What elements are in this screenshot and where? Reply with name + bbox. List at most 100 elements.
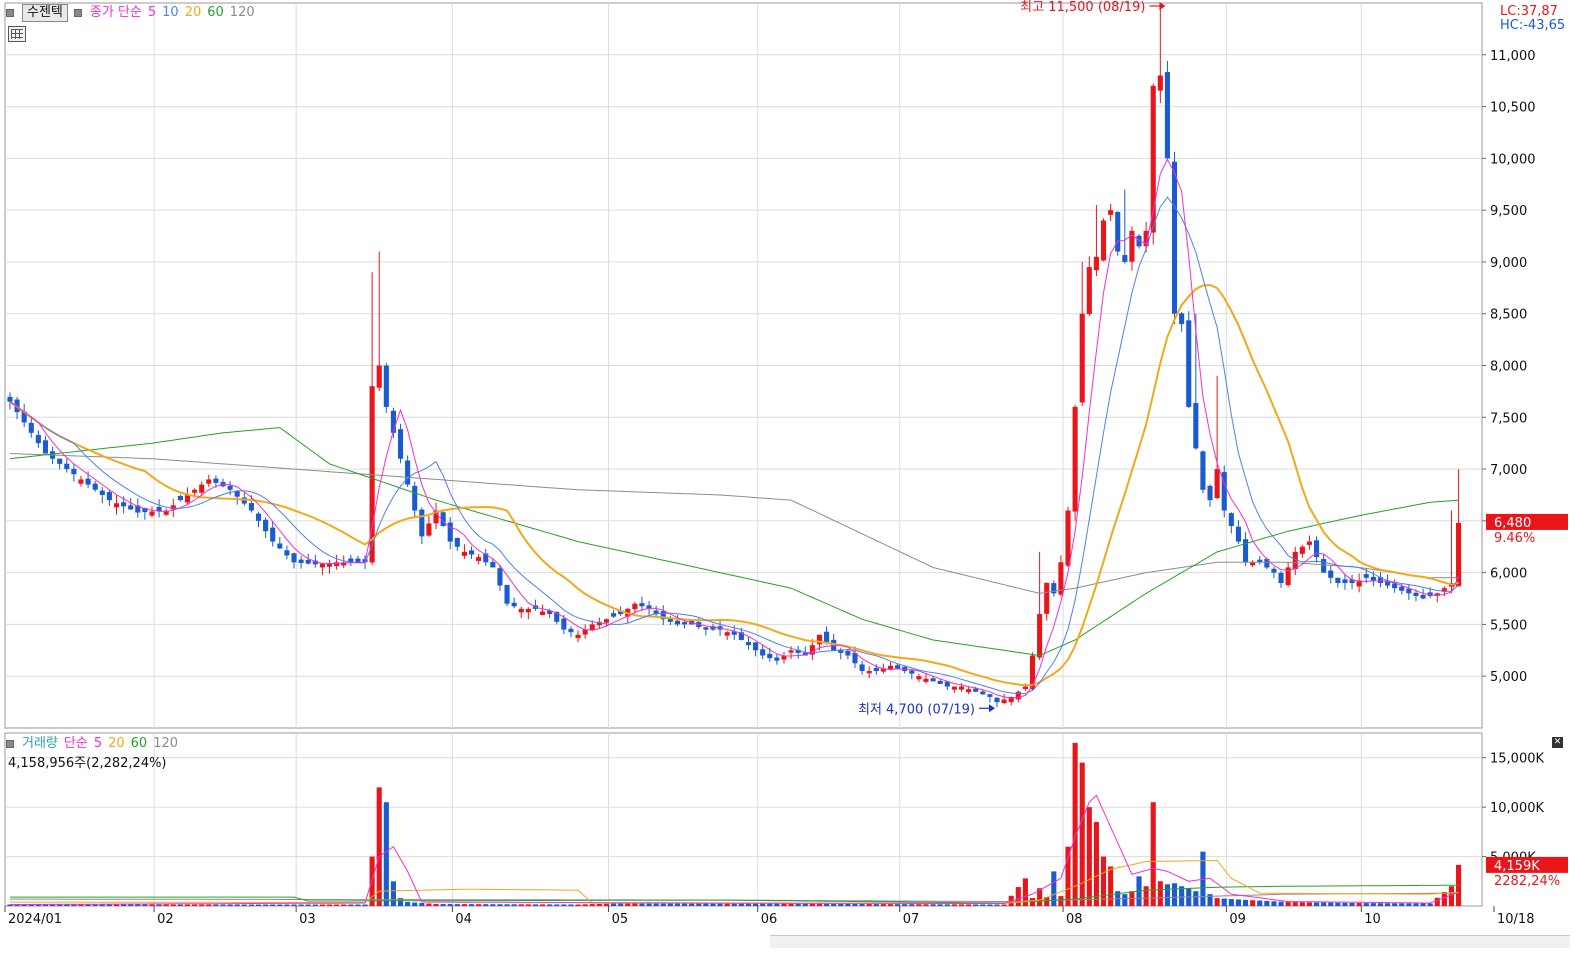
volume-bar <box>781 903 787 906</box>
candle-body <box>824 631 830 643</box>
price-tick-label: 7,500 <box>1490 411 1527 426</box>
volume-bar <box>121 904 127 906</box>
candle-body <box>1072 406 1078 512</box>
candle-body <box>71 468 77 475</box>
vol-ma20-legend[interactable]: 20 <box>108 736 125 752</box>
x-tick-label: 08 <box>1066 912 1083 927</box>
volume-bar <box>532 904 538 906</box>
candle-body <box>376 365 382 388</box>
volume-bar <box>142 904 148 906</box>
volume-bar <box>1271 901 1277 906</box>
volume-bar <box>802 903 808 906</box>
ma5-legend[interactable]: 5 <box>148 5 156 21</box>
x-tick-label: 06 <box>761 912 778 927</box>
candle-body <box>1399 586 1405 591</box>
last-price-label: 6,480 <box>1494 516 1531 531</box>
volume-bar <box>376 787 382 906</box>
volume-bar <box>937 904 943 906</box>
candle-body <box>1228 513 1234 527</box>
ma10-legend[interactable]: 10 <box>162 5 179 21</box>
x-tick-label: 05 <box>612 912 629 927</box>
volume-bar <box>887 904 894 906</box>
candle-body <box>859 664 865 672</box>
candle-body <box>149 511 155 516</box>
volume-bar <box>1335 902 1341 906</box>
chart-canvas[interactable]: 5,0005,5006,0006,5007,0007,5008,0008,500… <box>0 0 1590 949</box>
volume-bar <box>1122 894 1128 906</box>
vol-ma60-legend[interactable]: 60 <box>131 736 148 752</box>
volume-bar <box>973 904 979 906</box>
volume-legend: 거래량 단순 5 20 60 120 <box>6 736 178 752</box>
candle-body <box>568 628 574 633</box>
volume-bar <box>483 904 489 906</box>
volume-bar <box>270 904 276 906</box>
candle-body <box>895 665 901 669</box>
ma120-legend[interactable]: 120 <box>230 5 255 21</box>
candle-body <box>504 584 510 604</box>
volume-bar <box>1214 898 1220 906</box>
volume-ma-label: 단순 <box>63 736 88 751</box>
volume-bar <box>568 904 574 906</box>
candle-body <box>298 559 304 563</box>
volume-bar <box>618 903 624 906</box>
volume-bar <box>760 903 766 906</box>
volume-bar <box>1420 903 1426 906</box>
candle-body <box>1065 510 1071 566</box>
candle-body <box>1122 255 1128 262</box>
volume-bar <box>1250 900 1256 906</box>
table-grid-icon[interactable] <box>8 26 26 42</box>
horizontal-scrollbar[interactable] <box>770 935 1570 948</box>
volume-bar <box>362 904 368 906</box>
volume-bar <box>816 903 823 906</box>
volume-bar <box>326 904 333 906</box>
volume-bar <box>1065 846 1071 906</box>
close-icon[interactable]: ✕ <box>1552 737 1563 748</box>
volume-bar <box>554 904 560 906</box>
stock-name-toggle[interactable]: 수젠텍 <box>22 4 68 22</box>
volume-bar <box>1306 902 1313 906</box>
volume-bar <box>944 904 950 906</box>
candle-body <box>703 627 709 630</box>
volume-bar <box>1392 903 1398 906</box>
candle-body <box>35 434 41 444</box>
candle-body <box>937 680 943 684</box>
candle-body <box>305 559 311 564</box>
volume-bar <box>1228 899 1234 906</box>
candle-body <box>426 523 432 536</box>
volume-bar <box>824 903 830 906</box>
price-tick-label: 11,000 <box>1490 49 1536 64</box>
volume-bar <box>547 904 553 906</box>
candle-body <box>745 641 752 646</box>
candle-body <box>674 620 681 625</box>
ma20-legend[interactable]: 20 <box>185 5 202 21</box>
volume-bar <box>994 904 1000 906</box>
vol-ma120-legend[interactable]: 120 <box>153 736 178 752</box>
candle-body <box>85 478 91 485</box>
ma60-legend[interactable]: 60 <box>207 5 224 21</box>
candle-body <box>1115 211 1121 252</box>
candle-body <box>1299 546 1305 554</box>
vol-ma5-legend[interactable]: 5 <box>94 736 102 752</box>
volume-bar <box>128 904 134 906</box>
volume-bar <box>589 904 595 906</box>
volume-bar <box>1193 891 1199 906</box>
candle-body <box>99 490 105 495</box>
candle-body <box>1306 541 1313 545</box>
x-tick-label: 02 <box>157 912 174 927</box>
candle-body <box>923 678 929 682</box>
candle-body <box>1037 614 1043 658</box>
stock-chart: 5,0005,5006,0006,5007,0007,5008,0008,500… <box>0 0 1590 949</box>
x-tick-label: 10/18 <box>1497 912 1534 927</box>
volume-bar <box>1328 902 1334 906</box>
volume-bar <box>866 904 872 906</box>
volume-bar <box>852 903 858 906</box>
candle-body <box>788 650 794 653</box>
candle-body <box>1015 691 1021 700</box>
candle-body <box>966 689 972 693</box>
volume-label[interactable]: 거래량 <box>22 736 58 752</box>
candle-body <box>42 440 49 454</box>
legend-square-icon <box>6 740 14 748</box>
volume-bar <box>390 881 396 906</box>
x-tick-label: 2024/01 <box>8 912 62 927</box>
volume-bar <box>504 904 510 906</box>
